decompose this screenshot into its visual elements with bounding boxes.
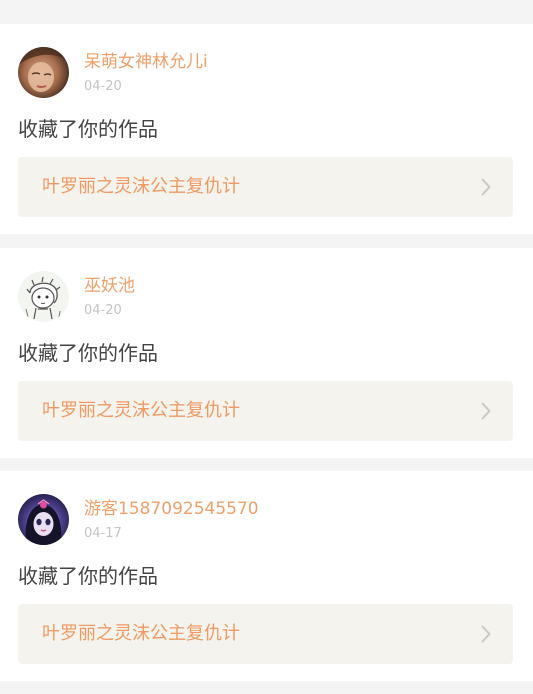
username[interactable]: 游客1587092545570 — [84, 499, 259, 519]
user-avatar[interactable] — [18, 494, 69, 545]
work-link[interactable]: 叶罗丽之灵沫公主复仇计 — [18, 604, 513, 664]
action-text: 收藏了你的作品 — [18, 564, 158, 588]
username[interactable]: 巫妖池 — [84, 276, 135, 296]
notification-feed: 呆萌女神林允儿i 04-20 收藏了你的作品 叶罗丽之灵沫公主复仇计 巫妖池 0… — [0, 0, 533, 694]
timestamp: 04-20 — [84, 303, 122, 318]
photo-avatar-icon — [18, 47, 69, 98]
notification-card: 游客1587092545570 04-17 收藏了你的作品 叶罗丽之灵沫公主复仇… — [0, 471, 533, 681]
username[interactable]: 呆萌女神林允儿i — [84, 52, 208, 72]
chevron-right-icon — [481, 402, 491, 420]
work-link[interactable]: 叶罗丽之灵沫公主复仇计 — [18, 157, 513, 217]
work-title: 叶罗丽之灵沫公主复仇计 — [42, 400, 240, 421]
doll-avatar-icon — [18, 494, 69, 545]
action-text: 收藏了你的作品 — [18, 341, 158, 365]
work-link[interactable]: 叶罗丽之灵沫公主复仇计 — [18, 381, 513, 441]
chevron-right-icon — [481, 625, 491, 643]
chevron-right-icon — [481, 178, 491, 196]
sketch-avatar-icon — [18, 271, 69, 322]
notification-card: 巫妖池 04-20 收藏了你的作品 叶罗丽之灵沫公主复仇计 — [0, 248, 533, 458]
work-title: 叶罗丽之灵沫公主复仇计 — [42, 623, 240, 644]
work-title: 叶罗丽之灵沫公主复仇计 — [42, 176, 240, 197]
notification-card: 呆萌女神林允儿i 04-20 收藏了你的作品 叶罗丽之灵沫公主复仇计 — [0, 24, 533, 234]
timestamp: 04-17 — [84, 526, 122, 541]
timestamp: 04-20 — [84, 79, 122, 94]
user-avatar[interactable] — [18, 47, 69, 98]
action-text: 收藏了你的作品 — [18, 117, 158, 141]
user-avatar[interactable] — [18, 271, 69, 322]
